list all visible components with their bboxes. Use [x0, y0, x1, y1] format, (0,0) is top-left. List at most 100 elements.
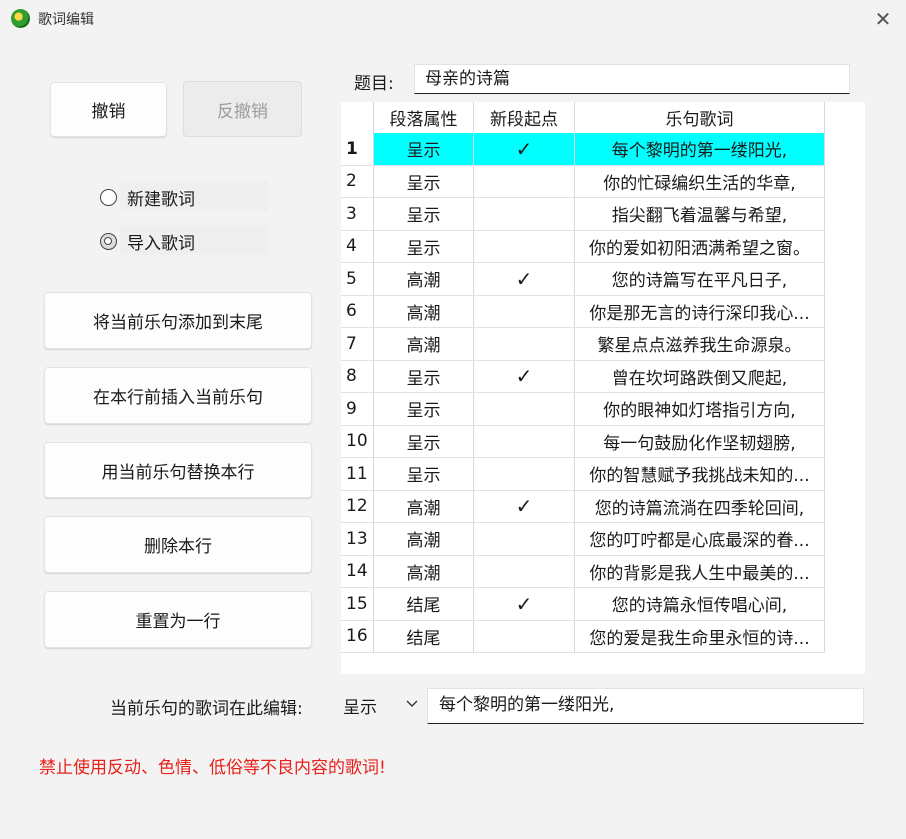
radio-import-lyrics-circle[interactable] — [100, 233, 117, 250]
table-row[interactable]: 9 呈示 你的眼神如灯塔指引方向, — [341, 392, 825, 426]
section-cell[interactable]: 呈示 — [373, 133, 474, 166]
lyric-cell[interactable]: 您的叮咛都是心底最深的眷... — [574, 522, 825, 556]
replace-row-button[interactable]: 用当前乐句替换本行 — [44, 442, 312, 498]
row-number[interactable]: 11 — [341, 457, 374, 491]
section-cell[interactable]: 呈示 — [373, 165, 474, 198]
new-start-cell[interactable] — [473, 457, 575, 491]
delete-row-button[interactable]: 删除本行 — [44, 516, 312, 573]
row-number[interactable]: 8 — [341, 360, 374, 393]
lyric-cell[interactable]: 你是那无言的诗行深印我心... — [574, 295, 825, 328]
section-cell[interactable]: 呈示 — [373, 197, 474, 231]
row-number[interactable]: 7 — [341, 327, 374, 361]
row-number[interactable]: 1 — [341, 133, 374, 166]
lyric-cell[interactable]: 曾在坎坷路跌倒又爬起, — [574, 360, 825, 393]
new-start-cell[interactable] — [473, 555, 575, 588]
new-start-cell[interactable] — [473, 620, 575, 653]
lyric-cell[interactable]: 您的诗篇流淌在四季轮回间, — [574, 490, 825, 523]
new-start-cell[interactable]: ✓ — [473, 360, 575, 393]
table-row[interactable]: 5 高潮 ✓ 您的诗篇写在平凡日子, — [341, 262, 825, 296]
title-input[interactable]: 母亲的诗篇 — [414, 64, 850, 94]
radio-import-lyrics[interactable]: 导入歌词 — [100, 225, 268, 255]
lyric-cell[interactable]: 你的背影是我人生中最美的... — [574, 555, 825, 588]
row-number[interactable]: 3 — [341, 197, 374, 231]
header-section[interactable]: 段落属性 — [373, 102, 474, 133]
new-start-cell[interactable] — [473, 327, 575, 361]
lyric-cell[interactable]: 每一句鼓励化作坚韧翅膀, — [574, 425, 825, 458]
lyric-cell[interactable]: 您的诗篇永恒传唱心间, — [574, 587, 825, 621]
new-start-cell[interactable] — [473, 197, 575, 231]
lyric-cell[interactable]: 您的诗篇写在平凡日子, — [574, 262, 825, 296]
table-row[interactable]: 4 呈示 你的爱如初阳洒满希望之窗。 — [341, 230, 825, 263]
table-row[interactable]: 14 高潮 你的背影是我人生中最美的... — [341, 555, 825, 588]
table-row[interactable]: 8 呈示 ✓ 曾在坎坷路跌倒又爬起, — [341, 360, 825, 393]
lyric-cell[interactable]: 指尖翻飞着温馨与希望, — [574, 197, 825, 231]
lyric-cell[interactable]: 繁星点点滋养我生命源泉。 — [574, 327, 825, 361]
new-start-cell[interactable] — [473, 425, 575, 458]
row-number[interactable]: 4 — [341, 230, 374, 263]
radio-new-lyrics-circle[interactable] — [100, 189, 117, 206]
section-cell[interactable]: 结尾 — [373, 620, 474, 653]
row-number[interactable]: 5 — [341, 262, 374, 296]
row-number[interactable]: 9 — [341, 392, 374, 426]
section-cell[interactable]: 高潮 — [373, 522, 474, 556]
new-start-cell[interactable] — [473, 165, 575, 198]
lyric-cell[interactable]: 您的爱是我生命里永恒的诗... — [574, 620, 825, 653]
header-lyric[interactable]: 乐句歌词 — [574, 102, 825, 133]
table-row[interactable]: 3 呈示 指尖翻飞着温馨与希望, — [341, 197, 825, 231]
lyric-edit-input[interactable]: 每个黎明的第一缕阳光, — [427, 688, 864, 724]
table-row[interactable]: 11 呈示 你的智慧赋予我挑战未知的... — [341, 457, 825, 491]
section-cell[interactable]: 呈示 — [373, 230, 474, 263]
section-cell[interactable]: 高潮 — [373, 295, 474, 328]
table-row[interactable]: 7 高潮 繁星点点滋养我生命源泉。 — [341, 327, 825, 361]
section-cell[interactable]: 呈示 — [373, 425, 474, 458]
section-cell[interactable]: 呈示 — [373, 392, 474, 426]
new-start-cell[interactable] — [473, 295, 575, 328]
section-cell[interactable]: 高潮 — [373, 262, 474, 296]
close-icon[interactable]: ✕ — [868, 5, 898, 33]
new-start-cell[interactable] — [473, 230, 575, 263]
table-row[interactable]: 12 高潮 ✓ 您的诗篇流淌在四季轮回间, — [341, 490, 825, 523]
section-cell[interactable]: 呈示 — [373, 360, 474, 393]
row-number[interactable]: 10 — [341, 425, 374, 458]
reset-one-row-button[interactable]: 重置为一行 — [44, 591, 312, 648]
table-row[interactable]: 13 高潮 您的叮咛都是心底最深的眷... — [341, 522, 825, 556]
section-cell[interactable]: 高潮 — [373, 490, 474, 523]
row-number[interactable]: 15 — [341, 587, 374, 621]
section-cell[interactable]: 高潮 — [373, 555, 474, 588]
table-row[interactable]: 15 结尾 ✓ 您的诗篇永恒传唱心间, — [341, 587, 825, 621]
row-number[interactable]: 13 — [341, 522, 374, 556]
new-start-cell[interactable]: ✓ — [473, 490, 575, 523]
new-start-cell[interactable] — [473, 522, 575, 556]
row-number[interactable]: 14 — [341, 555, 374, 588]
table-row[interactable]: 10 呈示 每一句鼓励化作坚韧翅膀, — [341, 425, 825, 458]
table-row[interactable]: 16 结尾 您的爱是我生命里永恒的诗... — [341, 620, 825, 653]
row-number[interactable]: 2 — [341, 165, 374, 198]
undo-button[interactable]: 撤销 — [50, 82, 167, 137]
row-number[interactable]: 12 — [341, 490, 374, 523]
row-number[interactable]: 6 — [341, 295, 374, 328]
new-start-cell[interactable]: ✓ — [473, 587, 575, 621]
header-new-start[interactable]: 新段起点 — [473, 102, 575, 133]
table-row[interactable]: 1 呈示 ✓ 每个黎明的第一缕阳光, — [341, 133, 825, 166]
row-number[interactable]: 16 — [341, 620, 374, 653]
radio-new-lyrics[interactable]: 新建歌词 — [100, 181, 268, 211]
section-cell[interactable]: 呈示 — [373, 457, 474, 491]
lyric-cell[interactable]: 你的智慧赋予我挑战未知的... — [574, 457, 825, 491]
new-start-cell[interactable]: ✓ — [473, 262, 575, 296]
insert-phrase-button[interactable]: 在本行前插入当前乐句 — [44, 367, 312, 424]
section-select[interactable]: 呈示 — [341, 688, 425, 722]
lyric-cell[interactable]: 你的爱如初阳洒满希望之窗。 — [574, 230, 825, 263]
table-row[interactable]: 6 高潮 你是那无言的诗行深印我心... — [341, 295, 825, 328]
section-cell[interactable]: 结尾 — [373, 587, 474, 621]
redo-button[interactable]: 反撤销 — [183, 81, 302, 137]
lyric-cell[interactable]: 你的眼神如灯塔指引方向, — [574, 392, 825, 426]
section-cell[interactable]: 高潮 — [373, 327, 474, 361]
new-start-cell[interactable]: ✓ — [473, 133, 575, 166]
table-row[interactable]: 2 呈示 你的忙碌编织生活的华章, — [341, 165, 825, 198]
radio-new-lyrics-label: 新建歌词 — [127, 190, 195, 210]
header-rownum[interactable] — [341, 102, 374, 133]
append-phrase-button[interactable]: 将当前乐句添加到末尾 — [44, 292, 312, 349]
lyric-cell[interactable]: 你的忙碌编织生活的华章, — [574, 165, 825, 198]
new-start-cell[interactable] — [473, 392, 575, 426]
lyric-cell[interactable]: 每个黎明的第一缕阳光, — [574, 133, 825, 166]
